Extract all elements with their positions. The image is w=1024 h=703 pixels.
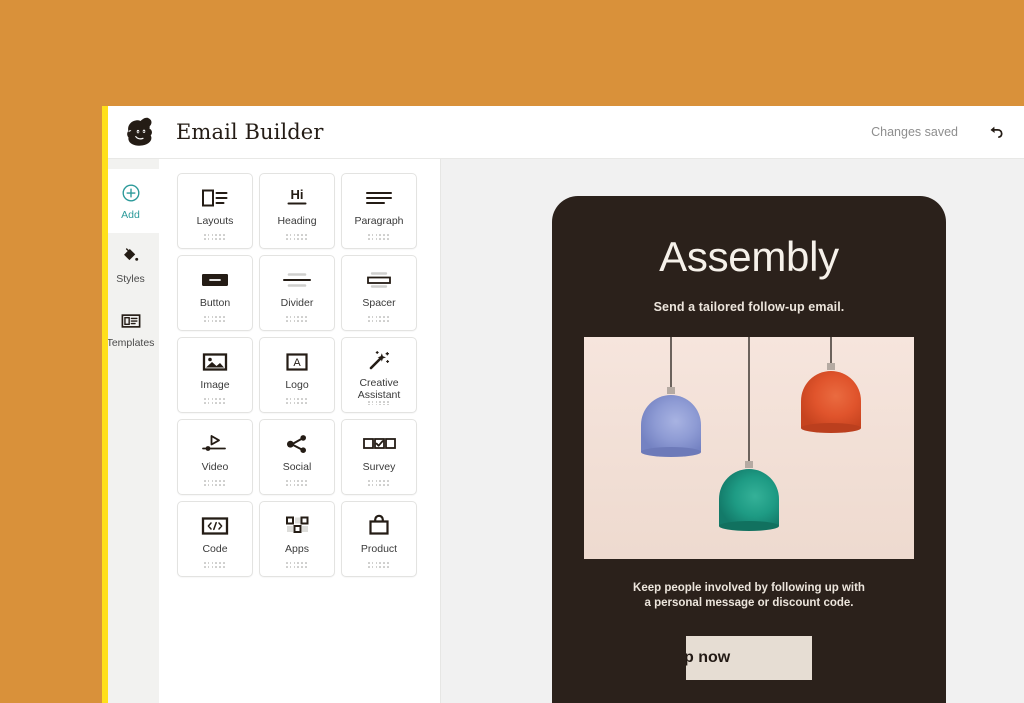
workspace: Add Styles Templates Layouts Hi Heading … [102, 159, 1024, 703]
brand: Email Builder [122, 112, 323, 152]
top-bar: Email Builder Changes saved [102, 106, 1024, 159]
survey-checkbox-icon [362, 431, 396, 457]
sidebar-item-add[interactable]: Add [102, 169, 159, 233]
drag-handle[interactable] [368, 562, 390, 569]
paint-bucket-icon [120, 246, 142, 268]
block-spacer[interactable]: Spacer [341, 255, 417, 331]
block-label: Divider [280, 297, 314, 309]
drag-handle[interactable] [286, 480, 308, 487]
drag-handle[interactable] [286, 398, 308, 405]
drag-handle[interactable] [204, 316, 226, 323]
drag-handle[interactable] [204, 562, 226, 569]
drag-handle[interactable] [286, 234, 308, 241]
block-label: Logo [285, 379, 309, 391]
block-label: Code [202, 543, 228, 555]
block-label: Survey [362, 461, 396, 473]
block-label: Video [201, 461, 229, 473]
svg-text:Hi: Hi [291, 187, 304, 202]
block-divider[interactable]: Divider [259, 255, 335, 331]
email-heading[interactable]: Assembly [584, 234, 914, 280]
logo-a-icon: A [284, 349, 310, 375]
drag-handle[interactable] [368, 234, 390, 241]
email-body-line-1: Keep people involved by following up wit… [633, 582, 865, 594]
drag-handle[interactable] [204, 398, 226, 405]
screen: Email Builder Changes saved Add Styles T… [0, 0, 1024, 703]
block-label: Heading [277, 215, 317, 227]
block-survey[interactable]: Survey [341, 419, 417, 495]
block-logo[interactable]: A Logo [259, 337, 335, 413]
blocks-panel: Layouts Hi Heading Paragraph Button Divi… [159, 159, 441, 703]
mailchimp-freddie-icon [122, 112, 162, 152]
block-code[interactable]: Code [177, 501, 253, 577]
top-bar-actions: Changes saved [871, 119, 1008, 145]
block-button[interactable]: Button [177, 255, 253, 331]
social-share-icon [284, 431, 310, 457]
block-creative-assistant[interactable]: Creative Assistant [341, 337, 417, 413]
button-icon [200, 267, 230, 293]
drag-handle[interactable] [368, 401, 390, 406]
email-builder-window: Email Builder Changes saved Add Styles T… [102, 106, 1024, 703]
block-label: Paragraph [354, 215, 404, 227]
drag-handle[interactable] [204, 480, 226, 487]
drag-handle[interactable] [286, 562, 308, 569]
block-layouts[interactable]: Layouts [177, 173, 253, 249]
blocks-grid: Layouts Hi Heading Paragraph Button Divi… [177, 173, 424, 577]
plus-circle-icon [120, 182, 142, 204]
block-label: Image [200, 379, 230, 391]
brand-accent-stripe [102, 106, 108, 703]
email-cta-label: p now [686, 649, 731, 666]
layouts-icon [201, 185, 229, 211]
block-heading[interactable]: Hi Heading [259, 173, 335, 249]
sidebar-item-templates[interactable]: Templates [102, 297, 159, 361]
block-image[interactable]: Image [177, 337, 253, 413]
email-hero-image[interactable] [584, 337, 914, 559]
drag-handle[interactable] [204, 234, 226, 241]
drag-handle[interactable] [368, 480, 390, 487]
drag-handle[interactable] [368, 316, 390, 323]
email-content: Assembly Send a tailored follow-up email… [552, 196, 946, 680]
block-paragraph[interactable]: Paragraph [341, 173, 417, 249]
app-title: Email Builder [176, 120, 324, 144]
sidebar-tab-rail: Add Styles Templates [102, 159, 159, 703]
sidebar-item-label: Styles [116, 272, 145, 285]
sidebar-item-label: Add [121, 208, 140, 221]
block-video[interactable]: Video [177, 419, 253, 495]
block-social[interactable]: Social [259, 419, 335, 495]
block-label: Button [199, 297, 231, 309]
spacer-icon [364, 267, 394, 293]
sidebar-item-styles[interactable]: Styles [102, 233, 159, 297]
email-canvas[interactable]: Assembly Send a tailored follow-up email… [441, 159, 1024, 703]
undo-arrow-icon[interactable] [982, 119, 1008, 145]
sidebar-item-label: Templates [106, 336, 155, 349]
block-label: Apps [285, 543, 309, 555]
svg-text:A: A [293, 357, 301, 369]
paragraph-lines-icon [364, 185, 394, 211]
block-label: Creative Assistant [357, 377, 401, 401]
block-apps[interactable]: Apps [259, 501, 335, 577]
heading-hi-icon: Hi [282, 185, 312, 211]
email-subtitle[interactable]: Send a tailored follow-up email. [584, 300, 914, 314]
code-brackets-icon [201, 513, 229, 539]
magic-wand-icon [366, 349, 392, 373]
block-product[interactable]: Product [341, 501, 417, 577]
product-bag-icon [367, 513, 391, 539]
drag-handle[interactable] [286, 316, 308, 323]
image-icon [202, 349, 228, 375]
email-body-text[interactable]: Keep people involved by following up wit… [584, 581, 914, 611]
apps-grid-icon [284, 513, 310, 539]
block-label: Layouts [196, 215, 234, 227]
block-label: Social [282, 461, 312, 473]
block-label: Spacer [362, 297, 396, 309]
block-label: Product [360, 543, 398, 555]
divider-icon [282, 267, 312, 293]
email-body-line-2: a personal message or discount code. [644, 597, 854, 609]
save-status-text: Changes saved [871, 125, 958, 139]
video-play-icon [200, 431, 230, 457]
email-preview-card[interactable]: Assembly Send a tailored follow-up email… [552, 196, 946, 703]
email-cta-button[interactable]: p now [686, 636, 812, 680]
templates-layout-icon [120, 310, 142, 332]
